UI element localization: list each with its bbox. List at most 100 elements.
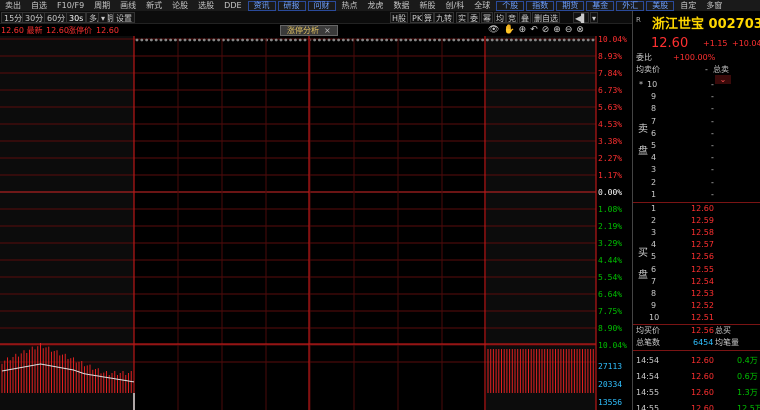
bid-row[interactable]: 9 12.52	[633, 300, 760, 312]
menu-item-4[interactable]: 画线	[115, 0, 141, 11]
bid-level: 6	[651, 264, 657, 274]
menu-item-19[interactable]: 指数	[526, 0, 555, 11]
menu-item-24[interactable]: 自定	[675, 0, 701, 11]
bid-row[interactable]: 7 12.54	[633, 276, 760, 288]
menu-item-16[interactable]: 创/科	[441, 0, 470, 11]
auction-dot	[337, 38, 340, 42]
ask-row[interactable]: 9-	[633, 91, 760, 103]
ask-row[interactable]: 1-	[633, 189, 760, 201]
period-5[interactable]: 设置	[113, 12, 135, 23]
auction-dot	[250, 38, 254, 42]
dropdown-icon[interactable]: ▾	[590, 12, 599, 23]
menu-item-23[interactable]: 美股	[646, 0, 675, 11]
crosshair-icon[interactable]: ⊕	[519, 25, 527, 36]
y-tick-up: 1.17%	[598, 171, 623, 180]
auction-dot	[241, 38, 245, 42]
menu-item-6[interactable]: 论股	[167, 0, 193, 11]
auction-dot	[332, 38, 336, 42]
total-buy-label: 总买	[715, 326, 731, 335]
tool-0[interactable]: H股	[390, 12, 409, 23]
tool-2[interactable]: 算	[422, 12, 434, 23]
menu-item-18[interactable]: 个股	[496, 0, 525, 11]
ask-row[interactable]: 6-	[633, 128, 760, 140]
menu-item-11[interactable]: 问财	[307, 0, 336, 11]
hand-icon[interactable]: ✋	[503, 25, 514, 36]
menu-item-17[interactable]: 全球	[469, 0, 495, 11]
ask-row[interactable]: 5-	[633, 140, 760, 152]
ask-row[interactable]: 3-	[633, 164, 760, 176]
tool-4[interactable]: 实	[456, 12, 468, 23]
auction-dot	[490, 38, 494, 42]
auction-dot	[226, 38, 230, 42]
bid-price: 12.59	[691, 216, 714, 226]
auction-dot	[289, 38, 292, 42]
zoom-out-icon[interactable]: ⊖	[565, 25, 573, 36]
bid-row[interactable]: 2 12.59	[633, 215, 760, 227]
ask-row[interactable]: 7-	[633, 116, 760, 128]
no-icon[interactable]: ⊘	[542, 25, 550, 36]
menu-item-2[interactable]: F10/F9	[52, 0, 89, 11]
avg-sell-row: 均卖价 - 总卖	[633, 64, 760, 76]
ask-row[interactable]: 2-	[633, 177, 760, 189]
ask-row[interactable]: 4-	[633, 152, 760, 164]
star-marker: *	[639, 80, 643, 89]
menu-item-1[interactable]: 自选	[26, 0, 52, 11]
menu-item-9[interactable]: 资讯	[247, 0, 276, 11]
bid-price: 12.56	[691, 252, 714, 262]
menu-item-21[interactable]: 基金	[586, 0, 615, 11]
auction-dot	[260, 38, 264, 42]
speaker-icon[interactable]: ◀▌	[573, 12, 590, 23]
menu-item-22[interactable]: 外汇	[616, 0, 645, 11]
ask-row[interactable]: 10 -	[633, 79, 760, 91]
bid-row[interactable]: 1 12.60	[633, 203, 760, 215]
menu-item-12[interactable]: 热点	[337, 0, 363, 11]
menu-item-14[interactable]: 数据	[389, 0, 415, 11]
caret-down-icon[interactable]: ▾	[98, 12, 109, 23]
bid-row[interactable]: 5 12.56	[633, 251, 760, 263]
period-1[interactable]: 30分	[22, 12, 47, 23]
period-3[interactable]: 30s	[66, 12, 87, 23]
undo-icon[interactable]: ↶	[530, 25, 538, 36]
menu-item-15[interactable]: 新股	[415, 0, 441, 11]
tool-10[interactable]: 删自选	[532, 12, 560, 23]
menu-item-25[interactable]: 多窗	[701, 0, 727, 11]
tool-9[interactable]: 叠	[519, 12, 531, 23]
tool-3[interactable]: 九转	[434, 12, 454, 23]
buy-side-char: 盘	[638, 270, 648, 281]
bid-row[interactable]: 3 12.58	[633, 227, 760, 239]
close-circle-icon[interactable]: ⊗	[576, 25, 584, 36]
menu-item-10[interactable]: 研报	[277, 0, 306, 11]
auction-dot	[394, 38, 398, 42]
tool-7[interactable]: 均	[494, 12, 506, 23]
ask-row[interactable]: 8-	[633, 103, 760, 115]
menu-item-13[interactable]: 龙虎	[363, 0, 389, 11]
menu-item-8[interactable]: DDE	[219, 0, 246, 11]
eye-icon[interactable]: 👁	[488, 25, 499, 36]
chart-area[interactable]	[0, 36, 600, 410]
close-icon[interactable]: ×	[324, 26, 331, 35]
bid-row[interactable]: 4 12.57	[633, 239, 760, 251]
tick-volume: 12.5万	[737, 404, 760, 410]
tool-5[interactable]: 委	[468, 12, 480, 23]
zoom-in-icon[interactable]: ⊕	[553, 25, 561, 36]
auction-dot	[231, 38, 235, 42]
bid-price: 12.58	[691, 228, 714, 238]
y-tick-down: 4.44%	[598, 256, 623, 265]
menu-item-3[interactable]: 周期	[89, 0, 115, 11]
bid-level: 1	[651, 204, 657, 213]
menu-item-20[interactable]: 期货	[556, 0, 585, 11]
auction-dot	[476, 38, 480, 42]
menu-item-7[interactable]: 选股	[193, 0, 219, 11]
menu-item-5[interactable]: 新式	[141, 0, 167, 11]
menu-item-0[interactable]: 卖出	[0, 0, 26, 11]
auction-dot	[404, 38, 408, 42]
bid-row[interactable]: 10 12.51	[633, 312, 760, 324]
tool-8[interactable]: 竞	[506, 12, 518, 23]
auction-dot	[534, 38, 537, 42]
ask-price: -	[711, 177, 714, 187]
bid-row[interactable]: 8 12.53	[633, 288, 760, 300]
bid-row[interactable]: 6 12.55	[633, 264, 760, 276]
period-2[interactable]: 60分	[44, 12, 69, 23]
tool-6[interactable]: 幂	[481, 12, 493, 23]
tab-limit-up-analysis[interactable]: 涨停分析 ×	[280, 25, 338, 36]
